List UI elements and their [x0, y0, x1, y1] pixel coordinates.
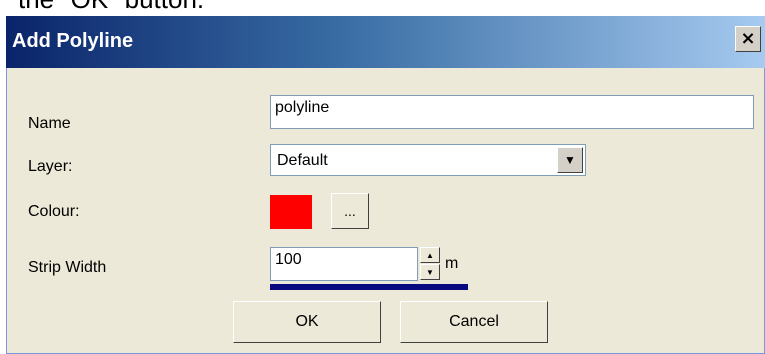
close-button[interactable]: ×	[735, 26, 761, 52]
caption-text: the "OK" button.	[18, 0, 204, 15]
layer-select[interactable]: Default ▼	[270, 144, 586, 176]
layer-selected-value: Default	[277, 152, 328, 169]
add-polyline-dialog: Add Polyline × Name polyline Layer: Defa…	[6, 16, 765, 354]
strip-width-unit: m	[445, 255, 459, 272]
layer-label: Layer:	[28, 158, 73, 175]
name-field[interactable]: polyline	[270, 95, 754, 129]
title-bar[interactable]: Add Polyline ×	[6, 16, 765, 68]
colour-picker-button[interactable]: ...	[331, 193, 369, 229]
cancel-button[interactable]: Cancel	[400, 301, 548, 343]
spin-up-icon[interactable]: ▲	[420, 247, 440, 263]
ok-button[interactable]: OK	[233, 301, 381, 343]
name-label: Name	[28, 115, 71, 132]
dropdown-arrow-icon[interactable]: ▼	[557, 147, 583, 173]
strip-width-label: Strip Width	[28, 259, 107, 276]
colour-swatch[interactable]	[270, 195, 312, 229]
focus-indicator	[270, 284, 468, 290]
colour-label: Colour:	[28, 203, 80, 220]
dialog-title: Add Polyline	[12, 30, 134, 52]
spin-down-icon[interactable]: ▼	[420, 264, 440, 280]
close-icon: ×	[740, 28, 756, 49]
strip-width-input[interactable]: 100	[270, 247, 418, 281]
